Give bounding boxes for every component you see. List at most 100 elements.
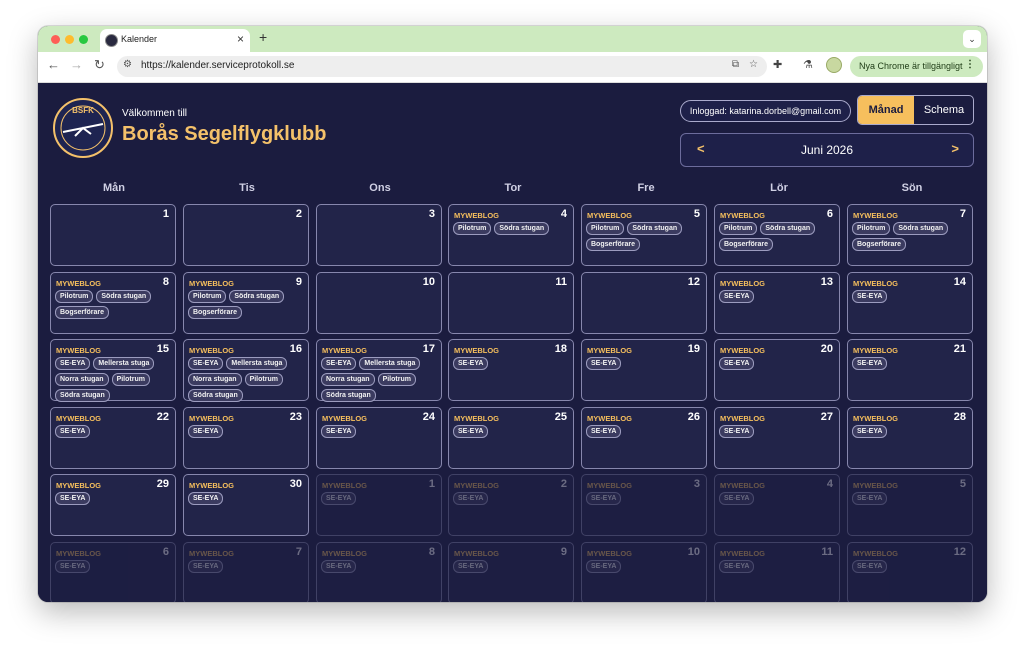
calendar-day-cell[interactable]: 3 MYWEBLOG SE-EYA — [581, 474, 707, 536]
booking-chip[interactable]: SE-EYA — [453, 357, 489, 370]
booking-chip[interactable]: Södra stugan — [893, 222, 949, 235]
site-info-icon[interactable]: ⚙ — [123, 59, 132, 70]
event-label[interactable]: MYWEBLOG — [454, 549, 499, 558]
calendar-day-cell[interactable]: 21 MYWEBLOG SE-EYA — [847, 339, 973, 401]
booking-chip[interactable]: SE-EYA — [188, 560, 224, 573]
event-label[interactable]: MYWEBLOG — [189, 279, 234, 288]
booking-chip[interactable]: SE-EYA — [188, 357, 224, 370]
calendar-day-cell[interactable]: 15 MYWEBLOG SE-EYA Mellersta stuga Norra stu… — [50, 339, 176, 402]
calendar-day-cell[interactable]: 8 MYWEBLOG Pilotrum Södra stugan Bogserförar… — [50, 272, 176, 334]
booking-chip[interactable]: Pilotrum — [377, 373, 416, 386]
booking-chip[interactable]: Södra stugan — [55, 389, 110, 402]
extensions-puzzle-icon[interactable]: ✚ — [773, 58, 782, 71]
booking-chip[interactable]: Bogserförare — [719, 238, 773, 251]
booking-chip[interactable]: SE-EYA — [188, 492, 224, 505]
booking-chip[interactable]: SE-EYA — [852, 492, 888, 505]
booking-chip[interactable]: SE-EYA — [719, 290, 755, 303]
reload-icon[interactable]: ↻ — [94, 57, 105, 73]
calendar-day-cell[interactable]: 22 MYWEBLOG SE-EYA — [50, 407, 176, 469]
booking-chip[interactable]: Pilotrum — [55, 290, 94, 303]
booking-chip[interactable]: SE-EYA — [852, 425, 888, 438]
calendar-day-cell[interactable]: 12 MYWEBLOG SE-EYA — [847, 542, 973, 602]
event-label[interactable]: MYWEBLOG — [853, 481, 898, 490]
event-label[interactable]: MYWEBLOG — [720, 211, 765, 220]
calendar-day-cell[interactable]: 23 MYWEBLOG SE-EYA — [183, 407, 309, 469]
booking-chip[interactable]: Pilotrum — [719, 222, 758, 235]
booking-chip[interactable]: Södra stugan — [229, 290, 285, 303]
booking-chip[interactable]: Pilotrum — [188, 290, 227, 303]
profile-avatar-icon[interactable] — [826, 57, 842, 73]
more-menu-icon[interactable]: ⋮ — [965, 59, 975, 70]
month-view-button[interactable]: Månad — [858, 96, 914, 124]
event-label[interactable]: MYWEBLOG — [56, 346, 101, 355]
event-label[interactable]: MYWEBLOG — [587, 211, 632, 220]
calendar-day-cell[interactable]: 29 MYWEBLOG SE-EYA — [50, 474, 176, 536]
tab-kalender[interactable]: Kalender × — [100, 29, 250, 52]
schedule-view-button[interactable]: Schema — [915, 96, 973, 124]
booking-chip[interactable]: SE-EYA — [586, 357, 622, 370]
event-label[interactable]: MYWEBLOG — [720, 279, 765, 288]
booking-chip[interactable]: Bogserförare — [188, 306, 242, 319]
booking-chip[interactable]: SE-EYA — [453, 425, 489, 438]
calendar-day-cell[interactable]: 8 MYWEBLOG SE-EYA — [316, 542, 442, 602]
booking-chip[interactable]: Mellersta stuga — [359, 357, 421, 370]
booking-chip[interactable]: SE-EYA — [188, 425, 224, 438]
calendar-day-cell[interactable]: 12 — [581, 272, 707, 334]
booking-chip[interactable]: SE-EYA — [321, 560, 357, 573]
booking-chip[interactable]: Pilotrum — [111, 373, 150, 386]
calendar-day-cell[interactable]: 5 MYWEBLOG Pilotrum Södra stugan Bogserförar… — [581, 204, 707, 266]
calendar-day-cell[interactable]: 7 MYWEBLOG SE-EYA — [183, 542, 309, 602]
event-label[interactable]: MYWEBLOG — [454, 211, 499, 220]
booking-chip[interactable]: Norra stugan — [321, 373, 375, 386]
event-label[interactable]: MYWEBLOG — [322, 481, 367, 490]
calendar-day-cell[interactable]: 3 — [316, 204, 442, 266]
booking-chip[interactable]: Södra stugan — [96, 290, 152, 303]
booking-chip[interactable]: Södra stugan — [321, 389, 376, 402]
calendar-day-cell[interactable]: 18 MYWEBLOG SE-EYA — [448, 339, 574, 401]
calendar-day-cell[interactable]: 17 MYWEBLOG SE-EYA Mellersta stuga Norra stu… — [316, 339, 442, 402]
calendar-day-cell[interactable]: 24 MYWEBLOG SE-EYA — [316, 407, 442, 469]
chrome-update-button[interactable]: Nya Chrome är tillgängligt ⋮ — [850, 56, 983, 77]
booking-chip[interactable]: Pilotrum — [586, 222, 625, 235]
event-label[interactable]: MYWEBLOG — [189, 481, 234, 490]
calendar-day-cell[interactable]: 27 MYWEBLOG SE-EYA — [714, 407, 840, 469]
url-text[interactable]: https://kalender.serviceprotokoll.se — [141, 60, 294, 71]
booking-chip[interactable]: SE-EYA — [719, 492, 755, 505]
booking-chip[interactable]: Södra stugan — [627, 222, 683, 235]
tab-close-icon[interactable]: × — [237, 32, 244, 46]
event-label[interactable]: MYWEBLOG — [720, 346, 765, 355]
calendar-day-cell[interactable]: 9 MYWEBLOG SE-EYA — [448, 542, 574, 602]
calendar-day-cell[interactable]: 6 MYWEBLOG Pilotrum Södra stugan Bogserförar… — [714, 204, 840, 266]
zoom-window-button[interactable] — [79, 35, 88, 44]
booking-chip[interactable]: SE-EYA — [321, 357, 357, 370]
booking-chip[interactable]: SE-EYA — [55, 560, 91, 573]
calendar-day-cell[interactable]: 4 MYWEBLOG Pilotrum Södra stugan — [448, 204, 574, 266]
booking-chip[interactable]: Norra stugan — [55, 373, 109, 386]
booking-chip[interactable]: Pilotrum — [453, 222, 492, 235]
event-label[interactable]: MYWEBLOG — [56, 481, 101, 490]
booking-chip[interactable]: SE-EYA — [453, 560, 489, 573]
event-label[interactable]: MYWEBLOG — [189, 414, 234, 423]
calendar-day-cell[interactable]: 30 MYWEBLOG SE-EYA — [183, 474, 309, 536]
calendar-day-cell[interactable]: 1 — [50, 204, 176, 266]
booking-chip[interactable]: SE-EYA — [852, 560, 888, 573]
next-month-button[interactable]: > — [951, 141, 959, 156]
calendar-day-cell[interactable]: 28 MYWEBLOG SE-EYA — [847, 407, 973, 469]
booking-chip[interactable]: Norra stugan — [188, 373, 242, 386]
event-label[interactable]: MYWEBLOG — [853, 211, 898, 220]
event-label[interactable]: MYWEBLOG — [454, 414, 499, 423]
booking-chip[interactable]: SE-EYA — [586, 560, 622, 573]
calendar-day-cell[interactable]: 11 MYWEBLOG SE-EYA — [714, 542, 840, 602]
calendar-day-cell[interactable]: 2 — [183, 204, 309, 266]
tab-search-chevron-icon[interactable]: ⌄ — [963, 30, 981, 48]
booking-chip[interactable]: SE-EYA — [55, 357, 91, 370]
chrome-labs-icon[interactable]: ⚗ — [803, 58, 813, 71]
calendar-day-cell[interactable]: 2 MYWEBLOG SE-EYA — [448, 474, 574, 536]
booking-chip[interactable]: SE-EYA — [586, 492, 622, 505]
forward-arrow-icon[interactable]: → — [70, 57, 83, 72]
booking-chip[interactable]: SE-EYA — [321, 425, 357, 438]
booking-chip[interactable]: Pilotrum — [852, 222, 891, 235]
event-label[interactable]: MYWEBLOG — [189, 549, 234, 558]
booking-chip[interactable]: Mellersta stuga — [93, 357, 155, 370]
event-label[interactable]: MYWEBLOG — [189, 346, 234, 355]
